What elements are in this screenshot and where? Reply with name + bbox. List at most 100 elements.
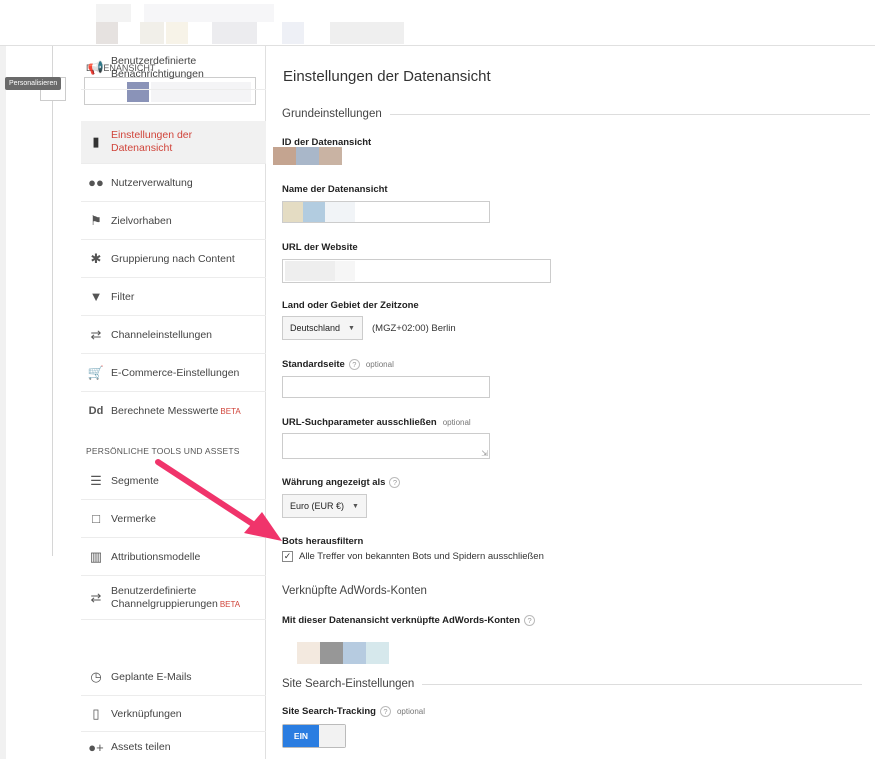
page-title: Einstellungen der Datenansicht [283, 68, 491, 85]
sidebar-item-text: Benutzerdefinierte Channelgruppierungen B… [111, 585, 251, 611]
rail-divider [52, 46, 53, 556]
blurred-block [319, 147, 342, 165]
website-url-label: URL der Website [282, 242, 358, 253]
sidebar-item-label: Benutzerdefinierte Channelgruppierungen [111, 584, 218, 610]
view-id-value-redacted [273, 147, 342, 165]
sidebar-item-custom-channel-grouping[interactable]: ⇄ Benutzerdefinierte Channelgruppierunge… [81, 576, 266, 620]
currency-dropdown[interactable]: Euro (EUR €) ▼ [282, 494, 367, 518]
sidebar-item-attribution-models[interactable]: ▥ Attributionsmodelle [81, 538, 266, 576]
section-adwords: Verknüpfte AdWords-Konten [282, 585, 427, 597]
blurred-block [140, 22, 164, 44]
field-label-text: Währung angezeigt als [282, 477, 386, 489]
comment-icon: □ [92, 511, 100, 526]
chevron-down-icon: ▼ [348, 324, 355, 332]
sidebar-item-label: Geplante E-Mails [111, 670, 192, 683]
toggle-knob[interactable] [319, 725, 345, 747]
help-icon[interactable]: ? [389, 477, 401, 488]
sidebar-item-label: E-Commerce-Einstellungen [111, 366, 240, 379]
personalize-tooltip: Personalisieren [5, 77, 62, 90]
website-url-input[interactable] [282, 259, 551, 283]
sidebar-item-calculated-metrics[interactable]: Dd Berechnete Messwerte BETA [81, 392, 266, 430]
adwords-linked-label: Mit dieser Datenansicht verknüpfte AdWor… [282, 615, 536, 627]
blurred-block [303, 202, 325, 222]
view-name-input[interactable] [282, 201, 490, 223]
left-rail [0, 46, 6, 759]
section-basic-settings: Grundeinstellungen [282, 108, 870, 120]
sidebar-item-goals[interactable]: ⚑ Zielvorhaben [81, 202, 266, 240]
exclude-params-label: URL-Suchparameter ausschließen optional [282, 417, 471, 428]
bots-filter-row[interactable]: ✓ Alle Treffer von bekannten Bots und Sp… [282, 551, 544, 562]
users-icon: ●● [88, 175, 104, 190]
sidebar-item-label: Benutzerdefinierte Benachrichtigungen [111, 54, 204, 80]
chevron-down-icon: ▼ [352, 502, 359, 510]
sidebar-item-label: Assets teilen [111, 741, 171, 753]
megaphone-icon: 📢 [87, 59, 105, 75]
sidebar-item-view-settings[interactable]: ▮ Einstellungen der Datenansicht [81, 121, 266, 164]
sidebar-item-label: Gruppierung nach Content [111, 252, 235, 265]
flag-icon: ⚑ [90, 212, 102, 228]
sidebar-item-ecommerce[interactable]: 🛒 E-Commerce-Einstellungen [81, 354, 266, 392]
site-search-toggle[interactable]: EIN [282, 724, 346, 748]
adwords-accounts-redacted [297, 642, 389, 664]
blurred-block [96, 4, 131, 22]
section-title: Grundeinstellungen [282, 108, 382, 120]
sidebar-item-channel-settings[interactable]: ⇄ Channeleinstellungen [81, 316, 266, 354]
sidebar-item-label: Filter [111, 290, 135, 303]
sidebar-item-label: Berechnete Messwerte [111, 405, 219, 417]
sidebar-item-annotations[interactable]: □ Vermerke [81, 500, 266, 538]
dropdown-value: Deutschland [290, 323, 341, 333]
field-label-text: Site Search-Tracking [282, 706, 376, 718]
blurred-block [366, 642, 389, 664]
sidebar-item-content-grouping[interactable]: ✱ Gruppierung nach Content [81, 240, 266, 278]
field-label-text: Mit dieser Datenansicht verknüpfte AdWor… [282, 615, 521, 627]
beta-badge: BETA [219, 599, 241, 609]
beta-badge: BETA [220, 406, 241, 416]
blurred-block [144, 4, 274, 22]
main-panel: Einstellungen der Datenansicht Grundeins… [266, 46, 875, 759]
section-rule [389, 113, 870, 115]
sidebar-item-custom-alerts[interactable]: 📢 Benutzerdefinierte Benachrichtigungen [81, 46, 266, 90]
blurred-block [212, 22, 257, 44]
blurred-block [282, 22, 304, 44]
default-page-input[interactable] [282, 376, 490, 398]
default-page-label: Standardseite? optional [282, 359, 394, 370]
shortcut-icon: ▯ [92, 705, 100, 721]
timezone-country-dropdown[interactable]: Deutschland ▼ [282, 316, 363, 340]
field-label-text: Standardseite [282, 359, 345, 371]
sidebar-item-user-management[interactable]: ●● Nutzerverwaltung [81, 164, 266, 202]
sidebar-item-filter[interactable]: ▼ Filter [81, 278, 266, 316]
bar-chart-icon: ▥ [89, 548, 103, 564]
bots-checkbox[interactable]: ✓ [282, 551, 293, 562]
currency-label: Währung angezeigt als? [282, 477, 401, 489]
sidebar-item-label: Nutzerverwaltung [111, 176, 193, 189]
help-icon[interactable]: ? [524, 615, 536, 626]
field-label-text: URL-Suchparameter ausschließen [282, 417, 437, 428]
exclude-params-textarea[interactable]: ⇲ [282, 433, 490, 459]
sidebar-item-label: Einstellungen der Datenansicht [111, 129, 193, 154]
blurred-block [283, 202, 303, 222]
section-site-search: Site Search-Einstellungen [282, 678, 863, 690]
bots-label: Bots herausfiltern [282, 536, 364, 547]
sidebar-item-segments[interactable]: ☰ Segmente [81, 462, 266, 500]
sidebar-item-shortcuts[interactable]: ▯ Verknüpfungen [81, 696, 266, 732]
alarm-icon: ◷ [90, 668, 102, 684]
channel-icon: ⇄ [90, 589, 102, 605]
cart-icon: 🛒 [87, 364, 105, 380]
blurred-block [320, 642, 343, 664]
toggle-on-label: EIN [283, 725, 319, 747]
sidebar-item-label: Zielvorhaben [111, 214, 172, 227]
section-rule [422, 683, 863, 685]
optional-text: optional [365, 360, 394, 370]
dd-icon: Dd [88, 405, 104, 417]
sidebar-item-share-assets[interactable]: ●+ Assets teilen [81, 732, 266, 759]
channel-icon: ⇄ [90, 326, 102, 342]
help-icon[interactable]: ? [379, 706, 391, 717]
resize-handle-icon[interactable]: ⇲ [481, 449, 488, 458]
blurred-block [285, 261, 335, 281]
blurred-block [166, 22, 188, 44]
help-icon[interactable]: ? [348, 359, 360, 370]
sidebar-item-scheduled-emails[interactable]: ◷ Geplante E-Mails [81, 658, 266, 696]
section-title: Site Search-Einstellungen [282, 678, 415, 690]
optional-text: optional [396, 707, 426, 717]
filter-icon: ▼ [89, 289, 103, 304]
